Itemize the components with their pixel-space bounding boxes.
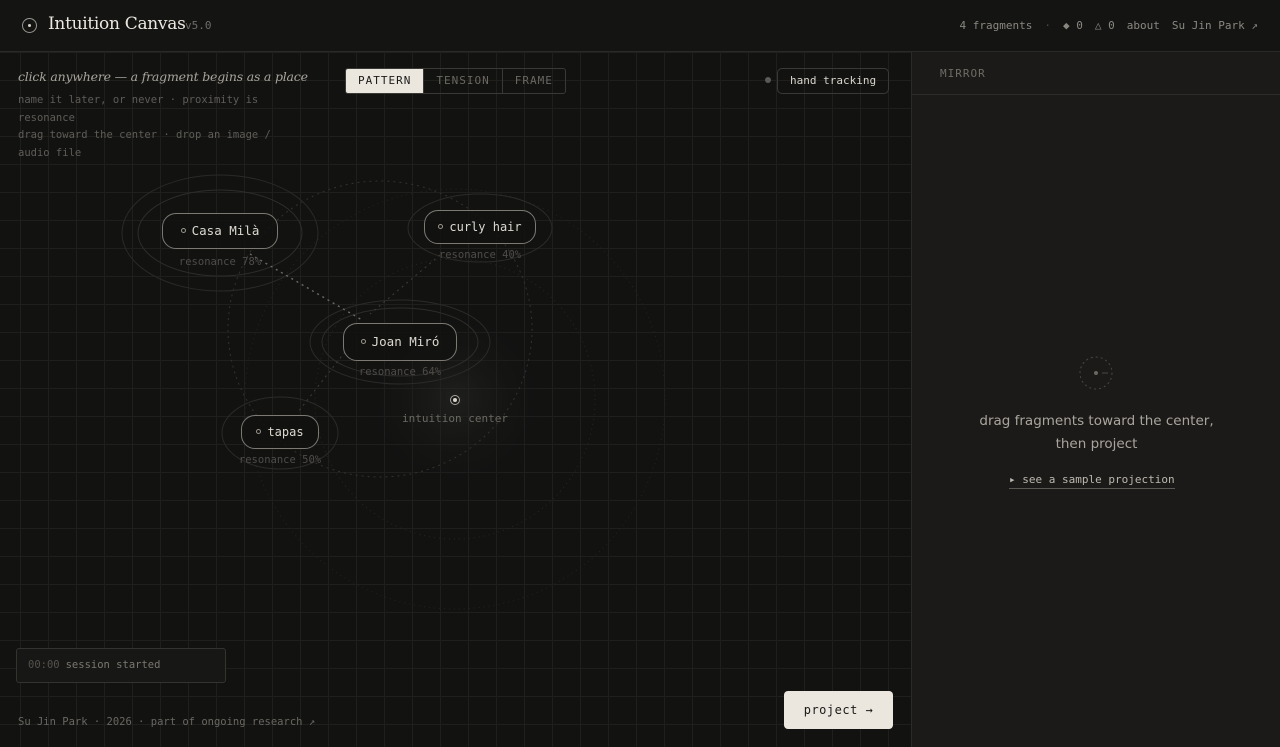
mirror-message-line: drag fragments toward the center, xyxy=(979,413,1214,429)
fragment-count: 4 fragments xyxy=(959,19,1033,32)
fragment-dot-icon xyxy=(438,224,444,229)
connection-line xyxy=(369,254,441,315)
fragment-curly-hair[interactable]: curly hair xyxy=(424,210,536,244)
top-bar: Intuition Canvas v5.0 4 fragments · ◆ 0 … xyxy=(0,0,1280,52)
intuition-canvas[interactable]: click anywhere — a fragment begins as a … xyxy=(0,52,911,747)
mirror-panel: MIRROR drag fragments toward the center,… xyxy=(911,52,1280,747)
project-button[interactable]: project → xyxy=(784,691,893,729)
intuition-center-marker xyxy=(450,395,460,405)
triangle-count: △ 0 xyxy=(1094,19,1115,32)
diamond-count: ◆ 0 xyxy=(1063,19,1083,32)
footer-credit-link[interactable]: Su Jin Park · 2026 · part of ongoing res… xyxy=(18,716,315,728)
canvas-hint-title: click anywhere — a fragment begins as a … xyxy=(18,69,308,84)
fragment-dot-icon xyxy=(180,228,186,233)
fragment-resonance: resonance 64% xyxy=(358,366,442,378)
tab-pattern[interactable]: PATTERN xyxy=(346,69,424,93)
session-text: session started xyxy=(65,659,161,671)
logo-icon xyxy=(22,18,37,33)
author-link[interactable]: Su Jin Park ↗ xyxy=(1172,19,1258,32)
fragment-casa-mila[interactable]: Casa Milà xyxy=(162,213,278,249)
mirror-title: MIRROR xyxy=(912,52,1280,95)
fragment-label: tapas xyxy=(267,425,304,439)
mode-tabs: PATTERN TENSION FRAME xyxy=(345,68,566,94)
canvas-hint-lines: name it later, or never · proximity is r… xyxy=(18,92,298,162)
tab-frame[interactable]: FRAME xyxy=(501,69,565,93)
app-title: Intuition Canvas xyxy=(48,14,186,34)
fragment-label: Casa Milà xyxy=(191,223,260,238)
mirror-instructions: drag fragments toward the center, then p… xyxy=(912,410,1280,456)
fragment-resonance: resonance 50% xyxy=(238,454,322,466)
hint-line: name it later, or never · proximity is r… xyxy=(18,94,259,124)
hand-tracking-button[interactable]: hand tracking xyxy=(777,68,890,94)
fragment-dot-icon xyxy=(360,339,366,344)
connection-line xyxy=(297,351,346,413)
hint-line: drag toward the center · drop an image /… xyxy=(18,129,271,159)
sample-projection-link[interactable]: ▸ see a sample projection xyxy=(1009,473,1175,489)
separator: · xyxy=(1044,19,1052,32)
fragment-label: Joan Miró xyxy=(371,334,440,349)
fragment-joan-miro[interactable]: Joan Miró xyxy=(343,323,457,361)
app-version: v5.0 xyxy=(185,19,212,32)
projection-target-icon xyxy=(1079,356,1113,390)
fragment-dot-icon xyxy=(256,429,262,434)
intuition-center-label: intuition center xyxy=(402,412,508,425)
fragment-label: curly hair xyxy=(449,220,522,234)
fragment-tapas[interactable]: tapas xyxy=(241,415,319,449)
tab-tension[interactable]: TENSION xyxy=(423,69,501,93)
fragment-resonance: resonance 40% xyxy=(438,249,522,261)
header-stats: 4 fragments · ◆ 0 △ 0 about Su Jin Park … xyxy=(948,19,1258,32)
hand-tracking-status-dot xyxy=(765,77,771,83)
session-time: 00:00 xyxy=(28,659,60,671)
mirror-message-line: then project xyxy=(1055,436,1138,452)
session-log: 00:00 session started xyxy=(16,648,226,683)
about-link[interactable]: about xyxy=(1127,19,1160,32)
fragment-resonance: resonance 78% xyxy=(178,256,262,268)
